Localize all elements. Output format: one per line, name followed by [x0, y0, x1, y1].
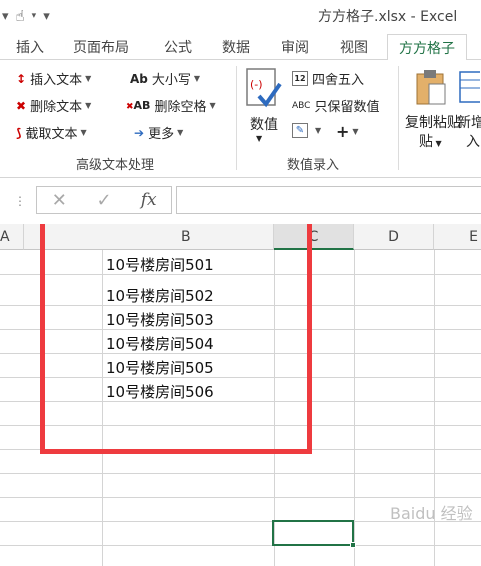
- watermark: Baidu 经验: [390, 504, 473, 523]
- new-label: 新增: [457, 115, 481, 131]
- extract-text-icon: ⟆: [16, 125, 22, 140]
- quick-access-toolbar: ▾ ☝ ▾ ▾: [2, 7, 57, 25]
- new-label-line2: 入: [466, 134, 480, 150]
- column-header-d[interactable]: D: [354, 224, 434, 250]
- chevron-down-icon: ▼: [256, 134, 263, 143]
- edit-dropdown-button[interactable]: ✎ ▼: [292, 123, 321, 138]
- ribbon-tabs: 插入 页面布局 公式 数据 审阅 视图 方方格子: [0, 34, 481, 61]
- grid-line: [0, 545, 481, 546]
- keep-numbers-label: 只保留数值: [314, 100, 380, 115]
- arrow-right-icon: ➔: [134, 125, 145, 140]
- formula-buttons: ✕ ✓ fx: [36, 186, 172, 214]
- tab-data[interactable]: 数据: [222, 37, 250, 57]
- value-button[interactable]: (-) 数值 ▼: [243, 66, 285, 150]
- tab-formulas[interactable]: 公式: [164, 37, 192, 57]
- tab-review[interactable]: 审阅: [281, 37, 309, 57]
- ribbon: ↕ 插入文本 ▼ ✖ 删除文本 ▼ ⟆ 截取文本 ▼ Ab 大小写 ▼ ✖AB …: [0, 60, 481, 178]
- undo-dropdown-icon[interactable]: ▾: [2, 9, 9, 24]
- extract-text-label: 截取文本: [25, 127, 78, 142]
- plus-icon: +: [336, 122, 350, 141]
- case-button[interactable]: Ab 大小写 ▼: [130, 69, 201, 89]
- delete-spaces-icon: ✖AB: [126, 99, 151, 112]
- delete-text-label: 删除文本: [30, 100, 83, 115]
- more-label: 更多: [148, 127, 175, 142]
- tab-insert[interactable]: 插入: [16, 37, 44, 57]
- extract-text-button[interactable]: ⟆ 截取文本 ▼: [16, 123, 87, 143]
- chevron-down-icon: ▼: [193, 74, 201, 83]
- chevron-down-icon: ▼: [85, 74, 92, 83]
- customize-toolbar-icon[interactable]: ▾: [43, 9, 50, 24]
- clipboard-icon: [416, 70, 446, 105]
- grid-line: [0, 473, 481, 474]
- grid-line: [354, 250, 355, 566]
- new-sheet-icon: [459, 71, 481, 103]
- chevron-down-icon: ▼: [177, 128, 184, 137]
- insert-text-button[interactable]: ↕ 插入文本 ▼: [16, 69, 92, 89]
- chevron-down-icon: ▼: [85, 101, 92, 110]
- chevron-down-icon: ▼: [352, 127, 359, 136]
- formula-bar: ⋮ ✕ ✓ fx: [0, 182, 481, 218]
- column-header-e[interactable]: E: [434, 224, 481, 250]
- delete-text-button[interactable]: ✖ 删除文本 ▼: [16, 96, 92, 116]
- case-icon: Ab: [130, 71, 148, 86]
- svg-text:(-): (-): [250, 78, 263, 91]
- cancel-entry-button[interactable]: ✕: [37, 190, 82, 211]
- window-title: 方方格子.xlsx - Excel: [318, 9, 458, 25]
- touch-mode-icon[interactable]: ☝: [16, 7, 25, 25]
- copy-paste-label: 复制粘贴: [405, 115, 461, 131]
- round-button[interactable]: 12 四舍五入: [292, 69, 364, 88]
- highlight-rectangle: [40, 224, 312, 454]
- active-cell-selection[interactable]: [272, 520, 354, 546]
- insert-text-icon: ↕: [16, 71, 27, 86]
- delete-spaces-button[interactable]: ✖AB 删除空格 ▼: [126, 96, 216, 115]
- formula-input[interactable]: [176, 186, 481, 214]
- insert-function-button[interactable]: fx: [126, 190, 171, 210]
- confirm-entry-button[interactable]: ✓: [82, 190, 127, 211]
- value-label: 数值: [250, 117, 278, 133]
- tab-view[interactable]: 视图: [340, 37, 368, 57]
- number-group-label: 数值录入: [287, 158, 340, 173]
- group-separator: [398, 66, 399, 170]
- fill-handle[interactable]: [350, 542, 356, 548]
- grid-line: [0, 497, 481, 498]
- plus-button[interactable]: + ▼: [336, 122, 359, 141]
- delete-text-icon: ✖: [16, 98, 27, 113]
- column-header-a[interactable]: A: [0, 224, 24, 250]
- case-label: 大小写: [151, 73, 191, 88]
- delete-spaces-label: 删除空格: [154, 100, 207, 115]
- more-dots-icon[interactable]: ⋮: [14, 194, 26, 208]
- round-icon: 12: [292, 71, 308, 86]
- keep-numbers-icon: ABC: [292, 100, 311, 111]
- keep-numbers-button[interactable]: ABC 只保留数值: [292, 96, 379, 115]
- tab-fangfangezi[interactable]: 方方格子: [387, 34, 467, 61]
- new-button[interactable]: 新增 入: [456, 68, 481, 154]
- copy-paste-button[interactable]: 复制粘贴 贴 ▼: [405, 68, 461, 154]
- copy-paste-label-line2: 贴 ▼: [419, 134, 442, 150]
- chevron-down-icon: ▼: [209, 101, 216, 110]
- value-icon: (-): [246, 68, 282, 108]
- touch-mode-dropdown-icon[interactable]: ▾: [32, 11, 37, 21]
- group-separator: [236, 66, 237, 170]
- insert-text-label: 插入文本: [30, 73, 83, 88]
- tab-page-layout[interactable]: 页面布局: [73, 37, 129, 57]
- edit-icon: ✎: [292, 123, 308, 138]
- more-button[interactable]: ➔ 更多 ▼: [134, 123, 184, 143]
- chevron-down-icon: ▼: [315, 126, 322, 135]
- text-group-label: 高级文本处理: [76, 158, 155, 173]
- title-bar: ▾ ☝ ▾ ▾ 方方格子.xlsx - Excel: [0, 0, 481, 34]
- round-label: 四舍五入: [312, 73, 365, 88]
- chevron-down-icon: ▼: [80, 128, 87, 137]
